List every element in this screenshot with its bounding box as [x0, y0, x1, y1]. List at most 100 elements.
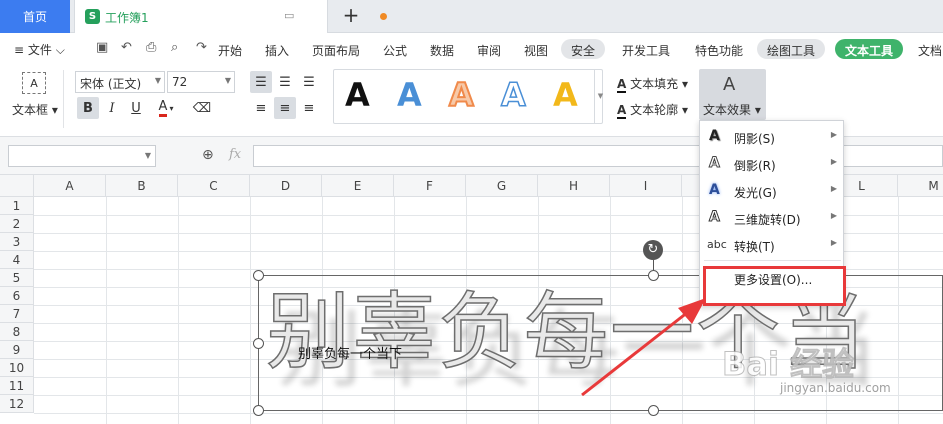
text-fill-button[interactable]: A 文本填充 ▾	[617, 75, 688, 93]
italic-button[interactable]: I	[101, 97, 123, 119]
menu-item-3d-rotation[interactable]: A 三维旋转(D) ▶	[700, 204, 845, 231]
column-header[interactable]: C	[178, 175, 250, 197]
column-header[interactable]: A	[34, 175, 106, 197]
grid-line	[106, 197, 107, 424]
menu-item-transform[interactable]: abc 转换(T) ▶	[700, 231, 845, 258]
row-header[interactable]: 4	[0, 251, 34, 269]
column-header[interactable]: H	[538, 175, 610, 197]
column-header[interactable]: I	[610, 175, 682, 197]
font-size-value: 72	[172, 75, 188, 89]
menu-item-glow[interactable]: A 发光(G) ▶	[700, 177, 845, 204]
text-style-black[interactable]: A	[345, 76, 370, 114]
underline-button[interactable]: U	[125, 97, 147, 119]
row-header[interactable]: 11	[0, 377, 34, 395]
menu-developer[interactable]: 开发工具	[622, 42, 670, 59]
menu-view[interactable]: 视图	[524, 42, 548, 59]
menu-drawing-tools[interactable]: 绘图工具	[757, 39, 826, 59]
column-header[interactable]: B	[106, 175, 178, 197]
font-name-value: 宋体 (正文)	[80, 77, 142, 91]
align-middle-icon[interactable]: ☰	[274, 71, 296, 93]
undo-icon[interactable]: ↶	[121, 40, 132, 55]
tab-home[interactable]: 首页	[0, 0, 70, 33]
menu-insert[interactable]: 插入	[265, 42, 289, 59]
row-header[interactable]: 3	[0, 233, 34, 251]
row-header[interactable]: 12	[0, 395, 34, 413]
menu-review[interactable]: 审阅	[477, 42, 501, 59]
text-effect-button[interactable]: A 文本效果 ▾	[699, 69, 766, 120]
redo-icon[interactable]: ↷	[196, 40, 207, 55]
textbox-label: 文本框	[12, 103, 49, 117]
row-header[interactable]: 7	[0, 305, 34, 323]
print-preview-icon[interactable]: ⌕	[171, 40, 178, 55]
row-header[interactable]: 8	[0, 323, 34, 341]
new-tab-button[interactable]: +	[340, 3, 362, 29]
resize-handle[interactable]	[253, 338, 264, 349]
menu-formula[interactable]: 公式	[383, 42, 407, 59]
font-name-select[interactable]: 宋体 (正文) ▼	[75, 71, 165, 93]
align-left-icon[interactable]: ≡	[250, 97, 272, 119]
menu-page-layout[interactable]: 页面布局	[312, 42, 360, 59]
chevron-right-icon: ▶	[830, 157, 837, 166]
annotation-arrow-icon	[581, 298, 706, 397]
zoom-icon[interactable]: ⊕	[202, 147, 214, 163]
resize-handle[interactable]	[253, 270, 264, 281]
textbox-button[interactable]: 文本框 ▾	[12, 101, 58, 118]
menu-item-reflection[interactable]: A 倒影(R) ▶	[700, 150, 845, 177]
3d-rotation-icon: A	[709, 209, 721, 226]
row-header[interactable]: 1	[0, 197, 34, 215]
column-header[interactable]: M	[898, 175, 943, 197]
menu-document[interactable]: 文档	[918, 42, 942, 59]
bold-button[interactable]: B	[77, 97, 99, 119]
monitor-icon[interactable]: ▭	[284, 9, 294, 22]
text-outline-icon: A	[617, 103, 627, 119]
menu-data[interactable]: 数据	[430, 42, 454, 59]
align-center-icon[interactable]: ≡	[274, 97, 296, 119]
row-header[interactable]: 2	[0, 215, 34, 233]
column-header[interactable]: D	[250, 175, 322, 197]
text-style-yellow[interactable]: A	[553, 76, 578, 114]
save-icon[interactable]: ▣	[96, 40, 108, 55]
resize-handle[interactable]	[253, 405, 264, 416]
textbox-source-text: 别辜负每一个当下	[298, 347, 403, 362]
font-color-button[interactable]: A ▾	[151, 97, 181, 119]
align-right-icon[interactable]: ≡	[298, 97, 320, 119]
row-header[interactable]: 5	[0, 269, 34, 287]
row-header[interactable]: 9	[0, 341, 34, 359]
baidu-watermark-url: jingyan.baidu.com	[780, 381, 891, 395]
textbox-icon[interactable]: A	[22, 72, 46, 94]
name-box[interactable]: ▼	[8, 145, 156, 167]
select-all-corner[interactable]	[0, 175, 34, 197]
eraser-icon[interactable]: ⌫	[191, 97, 213, 119]
menu-features[interactable]: 特色功能	[695, 42, 743, 59]
resize-handle[interactable]	[648, 270, 659, 281]
align-top-icon[interactable]: ☰	[250, 71, 272, 93]
resize-handle[interactable]	[648, 405, 659, 416]
file-menu[interactable]: ≡ 文件 ⌵	[14, 41, 65, 58]
menu-security[interactable]: 安全	[561, 39, 606, 59]
chevron-down-icon: ▼	[154, 76, 161, 85]
text-style-blue-outline[interactable]: A	[500, 75, 526, 115]
column-header[interactable]: F	[394, 175, 466, 197]
text-style-blue[interactable]: A	[397, 76, 422, 114]
baidu-watermark-logo: Bai 经验	[721, 345, 855, 384]
text-style-orange-outline[interactable]: A	[448, 75, 475, 115]
menu-item-label: 发光(G)	[734, 186, 777, 200]
gallery-expand-button[interactable]: ▼	[594, 69, 606, 124]
menu-start[interactable]: 开始	[218, 42, 242, 59]
fx-icon[interactable]: fx	[229, 147, 241, 162]
tab-workbook[interactable]: S 工作簿1 ▭	[74, 0, 387, 33]
chevron-down-icon: ▼	[144, 151, 151, 160]
menu-item-shadow[interactable]: A 阴影(S) ▶	[700, 123, 845, 150]
row-header[interactable]: 6	[0, 287, 34, 305]
text-outline-button[interactable]: A 文本轮廓 ▾	[617, 101, 688, 119]
rotate-handle-icon[interactable]: ↻	[643, 240, 663, 260]
row-header[interactable]: 10	[0, 359, 34, 377]
column-header[interactable]: G	[466, 175, 538, 197]
menu-text-tools[interactable]: 文本工具	[835, 39, 904, 59]
file-menu-label: 文件	[27, 43, 52, 57]
column-header[interactable]: E	[322, 175, 394, 197]
align-bottom-icon[interactable]: ☰	[298, 71, 320, 93]
text-effect-label: 文本效果 ▾	[703, 103, 761, 117]
font-size-select[interactable]: 72 ▼	[167, 71, 235, 93]
print-icon[interactable]: ⎙	[146, 40, 156, 55]
